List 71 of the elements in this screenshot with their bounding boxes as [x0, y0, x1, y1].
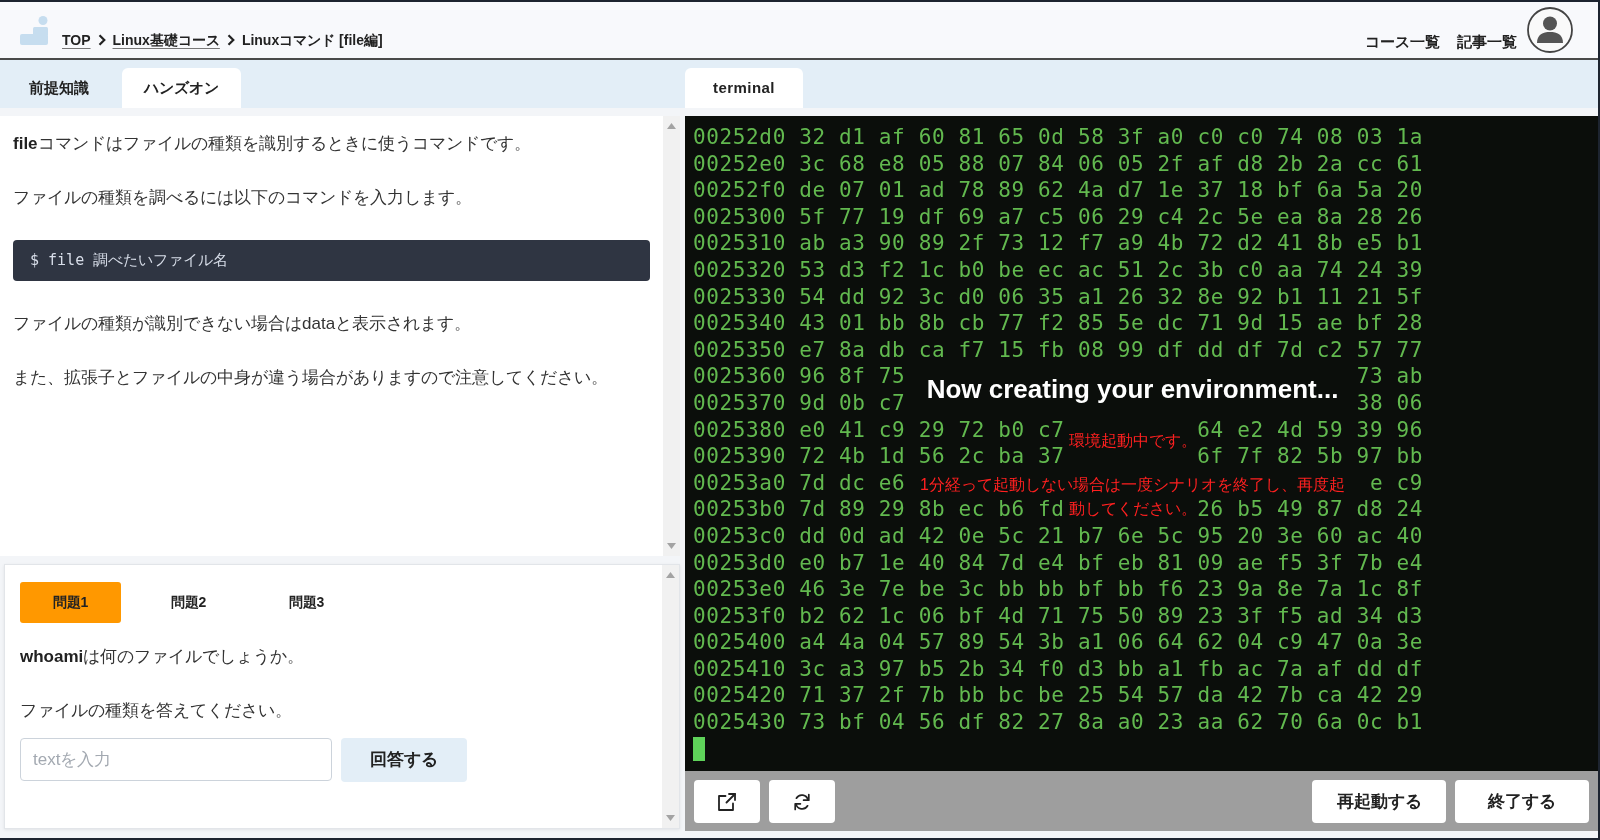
terminal-line: 00253f0 b2 62 1c 06 bf 4d 71 75 50 89 23 3f f5 ad 34 d3: [693, 602, 1424, 630]
breadcrumb-current: Linuxコマンド [file編]: [241, 31, 383, 50]
refresh-icon: [793, 792, 811, 811]
terminal-line: 0025330 54 dd 92 3c d0 06 35 a1 26 32 8e 92 b1 11 21 5f: [693, 283, 1424, 311]
loading-note: 動してください。: [1068, 499, 1197, 519]
refresh-button[interactable]: [769, 780, 835, 823]
nav-link[interactable]: コース一覧: [1365, 32, 1440, 52]
terminal-line: 0025350 e7 8a db ca f7 15 fb 08 99 df dd df 7d c2 57 77: [693, 336, 1424, 364]
terminal-line: 0025420 71 37 2f 7b bb bc be 25 54 57 da 42 7b ca 42 29: [693, 682, 1424, 710]
loading-note: 1分経って起動しない場合は一度シナリオを終了し、再度起: [920, 475, 1345, 495]
terminal-line: 0025320 53 d3 f2 1c b0 be ec ac 51 2c 3b c0 aa 74 24 39: [693, 256, 1424, 284]
scroll-up-icon[interactable]: [666, 572, 675, 578]
answer-field[interactable]: textを入力: [20, 738, 332, 781]
terminal-line: 0025340 43 01 bb 8b cb 77 f2 85 5e dc 71 9d 15 ae bf 28: [693, 310, 1424, 337]
scrollbar[interactable]: [663, 116, 680, 556]
terminal-line: e c9: [1369, 469, 1423, 497]
tab[interactable]: terminal: [685, 68, 803, 108]
question-tab[interactable]: 問題2: [138, 582, 239, 623]
chevron-icon: [226, 34, 235, 46]
terminal-line: 00252d0 32 d1 af 60 81 65 0d 58 3f a0 c0 c0 74 08 03 1a: [693, 124, 1424, 151]
breadcrumb-link[interactable]: TOP: [62, 30, 91, 50]
terminal-line: 0025380 e0 41 c9 29 72 b0 c7: [693, 416, 1065, 444]
terminal-line: 00253b0 7d 89 29 8b ec b6 fd: [693, 496, 1065, 523]
external-link-button[interactable]: [694, 780, 760, 823]
scroll-down-icon[interactable]: [667, 543, 676, 549]
terminal-line: 6f 7f 82 5b 97 bb: [1197, 443, 1423, 470]
paragraph: ファイルの種類を調べるには以下のコマンドを入力します。: [13, 187, 473, 209]
restart-button[interactable]: 再起動する: [1312, 780, 1446, 823]
question-text: whoamiは何のファイルでしょうか。: [20, 646, 306, 668]
cursor-icon: [693, 736, 705, 761]
terminal-line: 0025310 ab a3 90 89 2f 73 12 f7 a9 4b 72 d2 41 8b e5 b1: [693, 230, 1424, 257]
terminal-line: 0025300 5f 77 19 df 69 a7 c5 06 29 c4 2c 5e ea 8a 28 26: [693, 203, 1424, 231]
paragraph: ファイルの種類が識別できない場合はdataと表示されます。: [13, 313, 473, 335]
terminal-line: 0025360 96 8f 75: [693, 363, 906, 390]
terminal-line: 0025430 73 bf 04 56 df 82 27 8a a0 23 aa 62 70 6a 0c b1: [693, 709, 1424, 736]
tab[interactable]: 前提知識: [7, 68, 111, 108]
avatar-icon[interactable]: [1527, 7, 1573, 53]
paragraph: fileコマンドはファイルの種類を識別するときに使うコマンドです。: [13, 133, 532, 155]
terminal-line: 0025390 72 4b 1d 56 2c ba 37: [693, 443, 1065, 470]
terminal-line: 0025410 3c a3 97 b5 2b 34 f0 d3 bb a1 fb ac 7a af dd df: [693, 655, 1424, 683]
terminal-line: 38 06: [1356, 389, 1423, 417]
exit-button[interactable]: 終了する: [1455, 780, 1589, 823]
terminal-line: 00253d0 e0 b7 1e 40 84 7d e4 bf eb 81 09 ae f5 3f 7b e4: [693, 549, 1424, 577]
loading-title: Now creating your environment...: [926, 373, 1339, 405]
question-tab[interactable]: 問題1: [20, 582, 121, 623]
question-tab[interactable]: 問題3: [256, 582, 357, 623]
terminal-line: 00252f0 de 07 01 ad 78 89 62 4a d7 1e 37 18 bf 6a 5a 20: [693, 177, 1424, 204]
terminal-line: 64 e2 4d 59 39 96: [1197, 416, 1423, 444]
terminal-line: 00253e0 46 3e 7e be 3c bb bb bf bb f6 23 9a 8e 7a 1c 8f: [693, 576, 1424, 603]
submit-button[interactable]: 回答する: [341, 738, 467, 782]
logo-icon[interactable]: [20, 15, 48, 45]
code-block: $ file 調べたいファイル名: [13, 240, 650, 281]
scrollbar[interactable]: [662, 565, 679, 828]
breadcrumb-link[interactable]: Linux基礎コース: [112, 30, 220, 50]
terminal-line: 73 ab: [1356, 363, 1423, 390]
terminal-line: 26 b5 49 87 d8 24: [1197, 496, 1423, 523]
terminal-line: 00253a0 7d dc e6: [693, 469, 906, 497]
scroll-up-icon[interactable]: [667, 123, 676, 129]
terminal-line: 00253c0 dd 0d ad 42 0e 5c 21 b7 6e 5c 95 20 3e 60 ac 40: [693, 522, 1424, 550]
terminal-line: 00252e0 3c 68 e8 05 88 07 84 06 05 2f af d8 2b 2a cc 61: [693, 150, 1424, 178]
terminal-panel[interactable]: [685, 116, 1598, 771]
paragraph: また、拡張子とファイルの中身が違う場合がありますので注意してください。: [13, 367, 609, 389]
loading-status: 環境起動中です。: [1068, 431, 1197, 451]
instruction-text: ファイルの種類を答えてください。: [20, 700, 293, 722]
terminal-line: 0025400 a4 4a 04 57 89 54 3b a1 06 64 62 04 c9 47 0a 3e: [693, 629, 1424, 656]
nav-link[interactable]: 記事一覧: [1457, 32, 1517, 52]
scroll-down-icon[interactable]: [666, 815, 675, 821]
tab[interactable]: ハンズオン: [122, 68, 241, 108]
terminal-line: 0025370 9d 0b c7: [693, 389, 906, 417]
chevron-icon: [97, 34, 106, 46]
external-link-icon: [718, 792, 736, 811]
